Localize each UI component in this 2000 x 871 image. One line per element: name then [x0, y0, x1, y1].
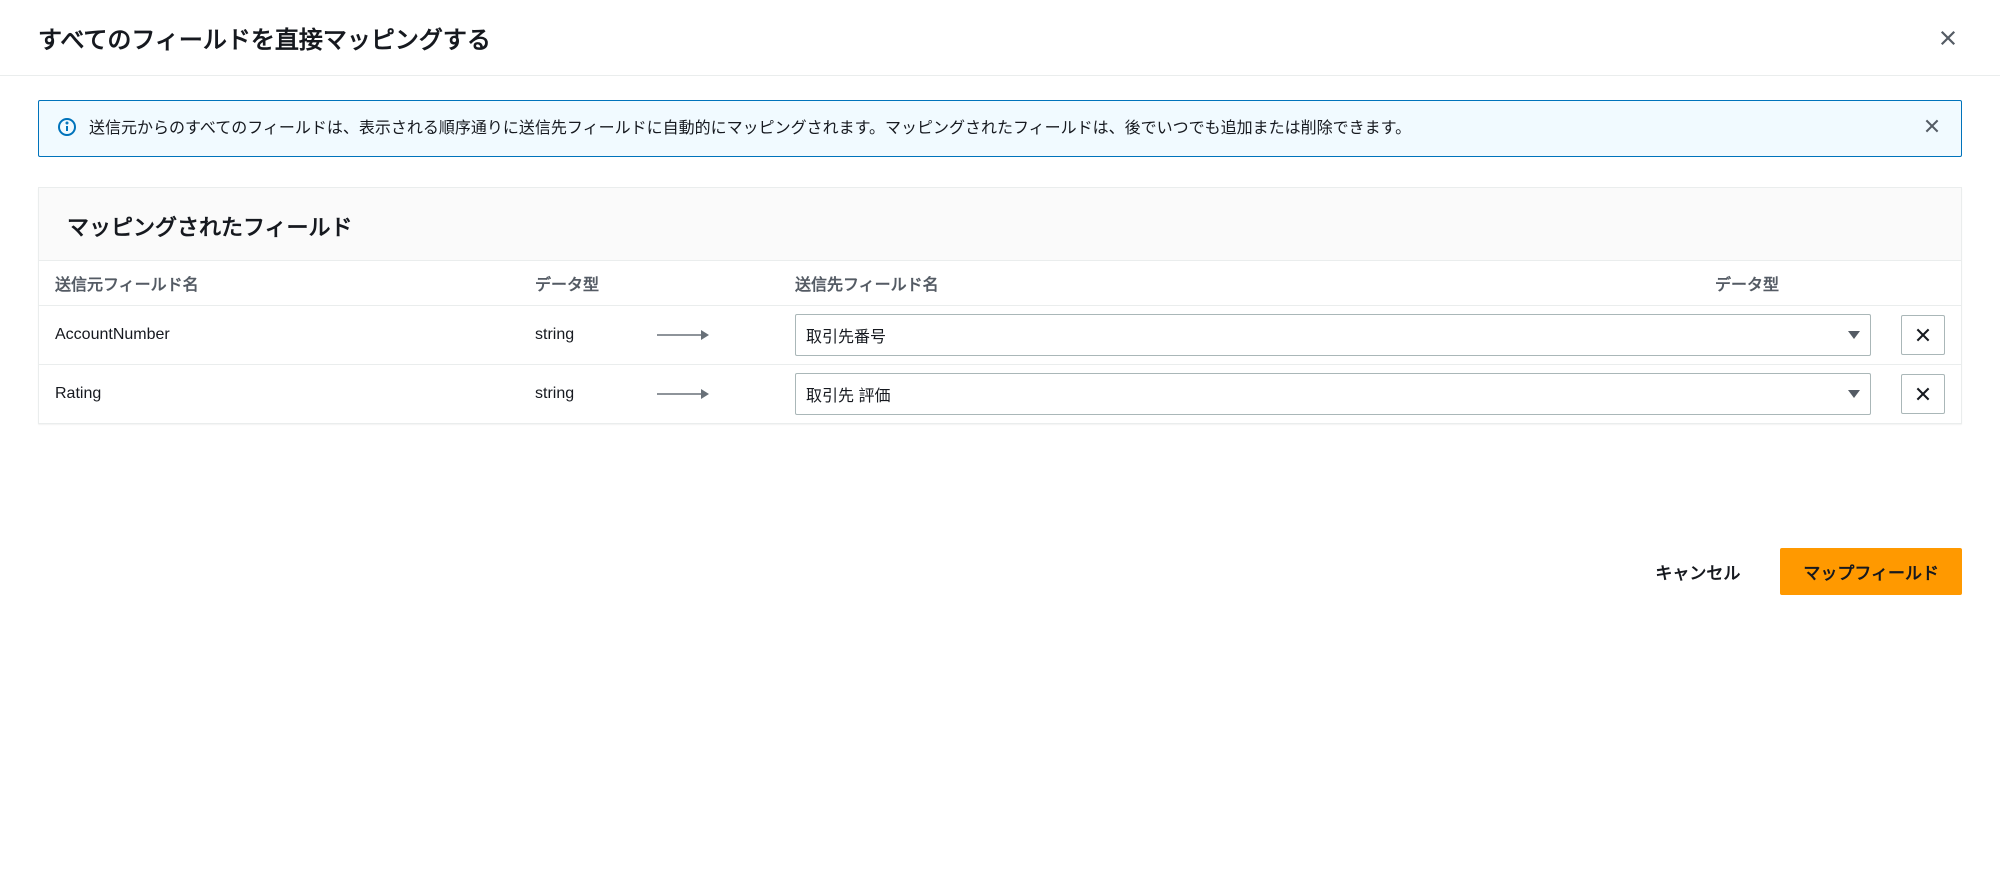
- source-field-name: Rating: [55, 385, 535, 403]
- close-icon: [1914, 385, 1932, 403]
- destination-cell: 取引先 評価: [795, 373, 1871, 415]
- info-dismiss-button[interactable]: [1921, 115, 1943, 137]
- panel-title: マッピングされたフィールド: [67, 210, 1933, 242]
- dialog-title: すべてのフィールドを直接マッピングする: [38, 20, 491, 55]
- caret-down-icon: [1848, 390, 1860, 398]
- destination-field-select[interactable]: 取引先 評価: [795, 373, 1871, 415]
- col-header-dest-type: データ型: [1715, 271, 1855, 295]
- mapped-fields-panel: マッピングされたフィールド 送信元フィールド名 データ型 送信先フィールド名 デ…: [38, 187, 1962, 424]
- close-icon: [1914, 326, 1932, 344]
- mapped-fields-table: 送信元フィールド名 データ型 送信先フィールド名 データ型 AccountNum…: [39, 261, 1961, 423]
- source-field-name: AccountNumber: [55, 326, 535, 344]
- panel-header: マッピングされたフィールド: [39, 188, 1961, 261]
- info-icon: [57, 115, 77, 137]
- col-header-source-name: 送信元フィールド名: [55, 271, 535, 295]
- mapping-arrow: [655, 328, 795, 342]
- dropdown-value: 取引先番号: [806, 323, 886, 347]
- map-fields-button[interactable]: マップフィールド: [1780, 548, 1962, 595]
- destination-cell: 取引先番号: [795, 314, 1871, 356]
- dialog-close-button[interactable]: [1934, 24, 1962, 52]
- table-header-row: 送信元フィールド名 データ型 送信先フィールド名 データ型: [39, 261, 1961, 306]
- col-header-remove: [1855, 271, 1945, 295]
- dialog-body: 送信元からのすべてのフィールドは、表示される順序通りに送信先フィールドに自動的に…: [0, 76, 2000, 424]
- col-header-dest-name: 送信先フィールド名: [795, 271, 1715, 295]
- close-icon: [1923, 117, 1941, 135]
- col-header-arrow: [655, 271, 795, 295]
- arrow-right-icon: [655, 387, 715, 401]
- mapping-arrow: [655, 387, 795, 401]
- table-row: AccountNumber string 取引先番号: [39, 306, 1961, 365]
- destination-field-select[interactable]: 取引先番号: [795, 314, 1871, 356]
- info-message: 送信元からのすべてのフィールドは、表示される順序通りに送信先フィールドに自動的に…: [89, 115, 1909, 142]
- dialog-footer: キャンセル マップフィールド: [0, 524, 2000, 619]
- dialog-header: すべてのフィールドを直接マッピングする: [0, 0, 2000, 76]
- map-all-fields-dialog: すべてのフィールドを直接マッピングする 送信元からのすべてのフィールドは、表示さ…: [0, 0, 2000, 619]
- cancel-button[interactable]: キャンセル: [1633, 549, 1762, 594]
- remove-mapping-button[interactable]: [1901, 374, 1945, 414]
- remove-cell: [1871, 315, 1945, 355]
- arrow-right-icon: [655, 328, 715, 342]
- close-icon: [1938, 28, 1958, 48]
- source-data-type: string: [535, 326, 655, 344]
- info-banner: 送信元からのすべてのフィールドは、表示される順序通りに送信先フィールドに自動的に…: [38, 100, 1962, 157]
- col-header-source-type: データ型: [535, 271, 655, 295]
- table-row: Rating string 取引先 評価: [39, 365, 1961, 423]
- remove-cell: [1871, 374, 1945, 414]
- remove-mapping-button[interactable]: [1901, 315, 1945, 355]
- source-data-type: string: [535, 385, 655, 403]
- caret-down-icon: [1848, 331, 1860, 339]
- dropdown-value: 取引先 評価: [806, 382, 890, 406]
